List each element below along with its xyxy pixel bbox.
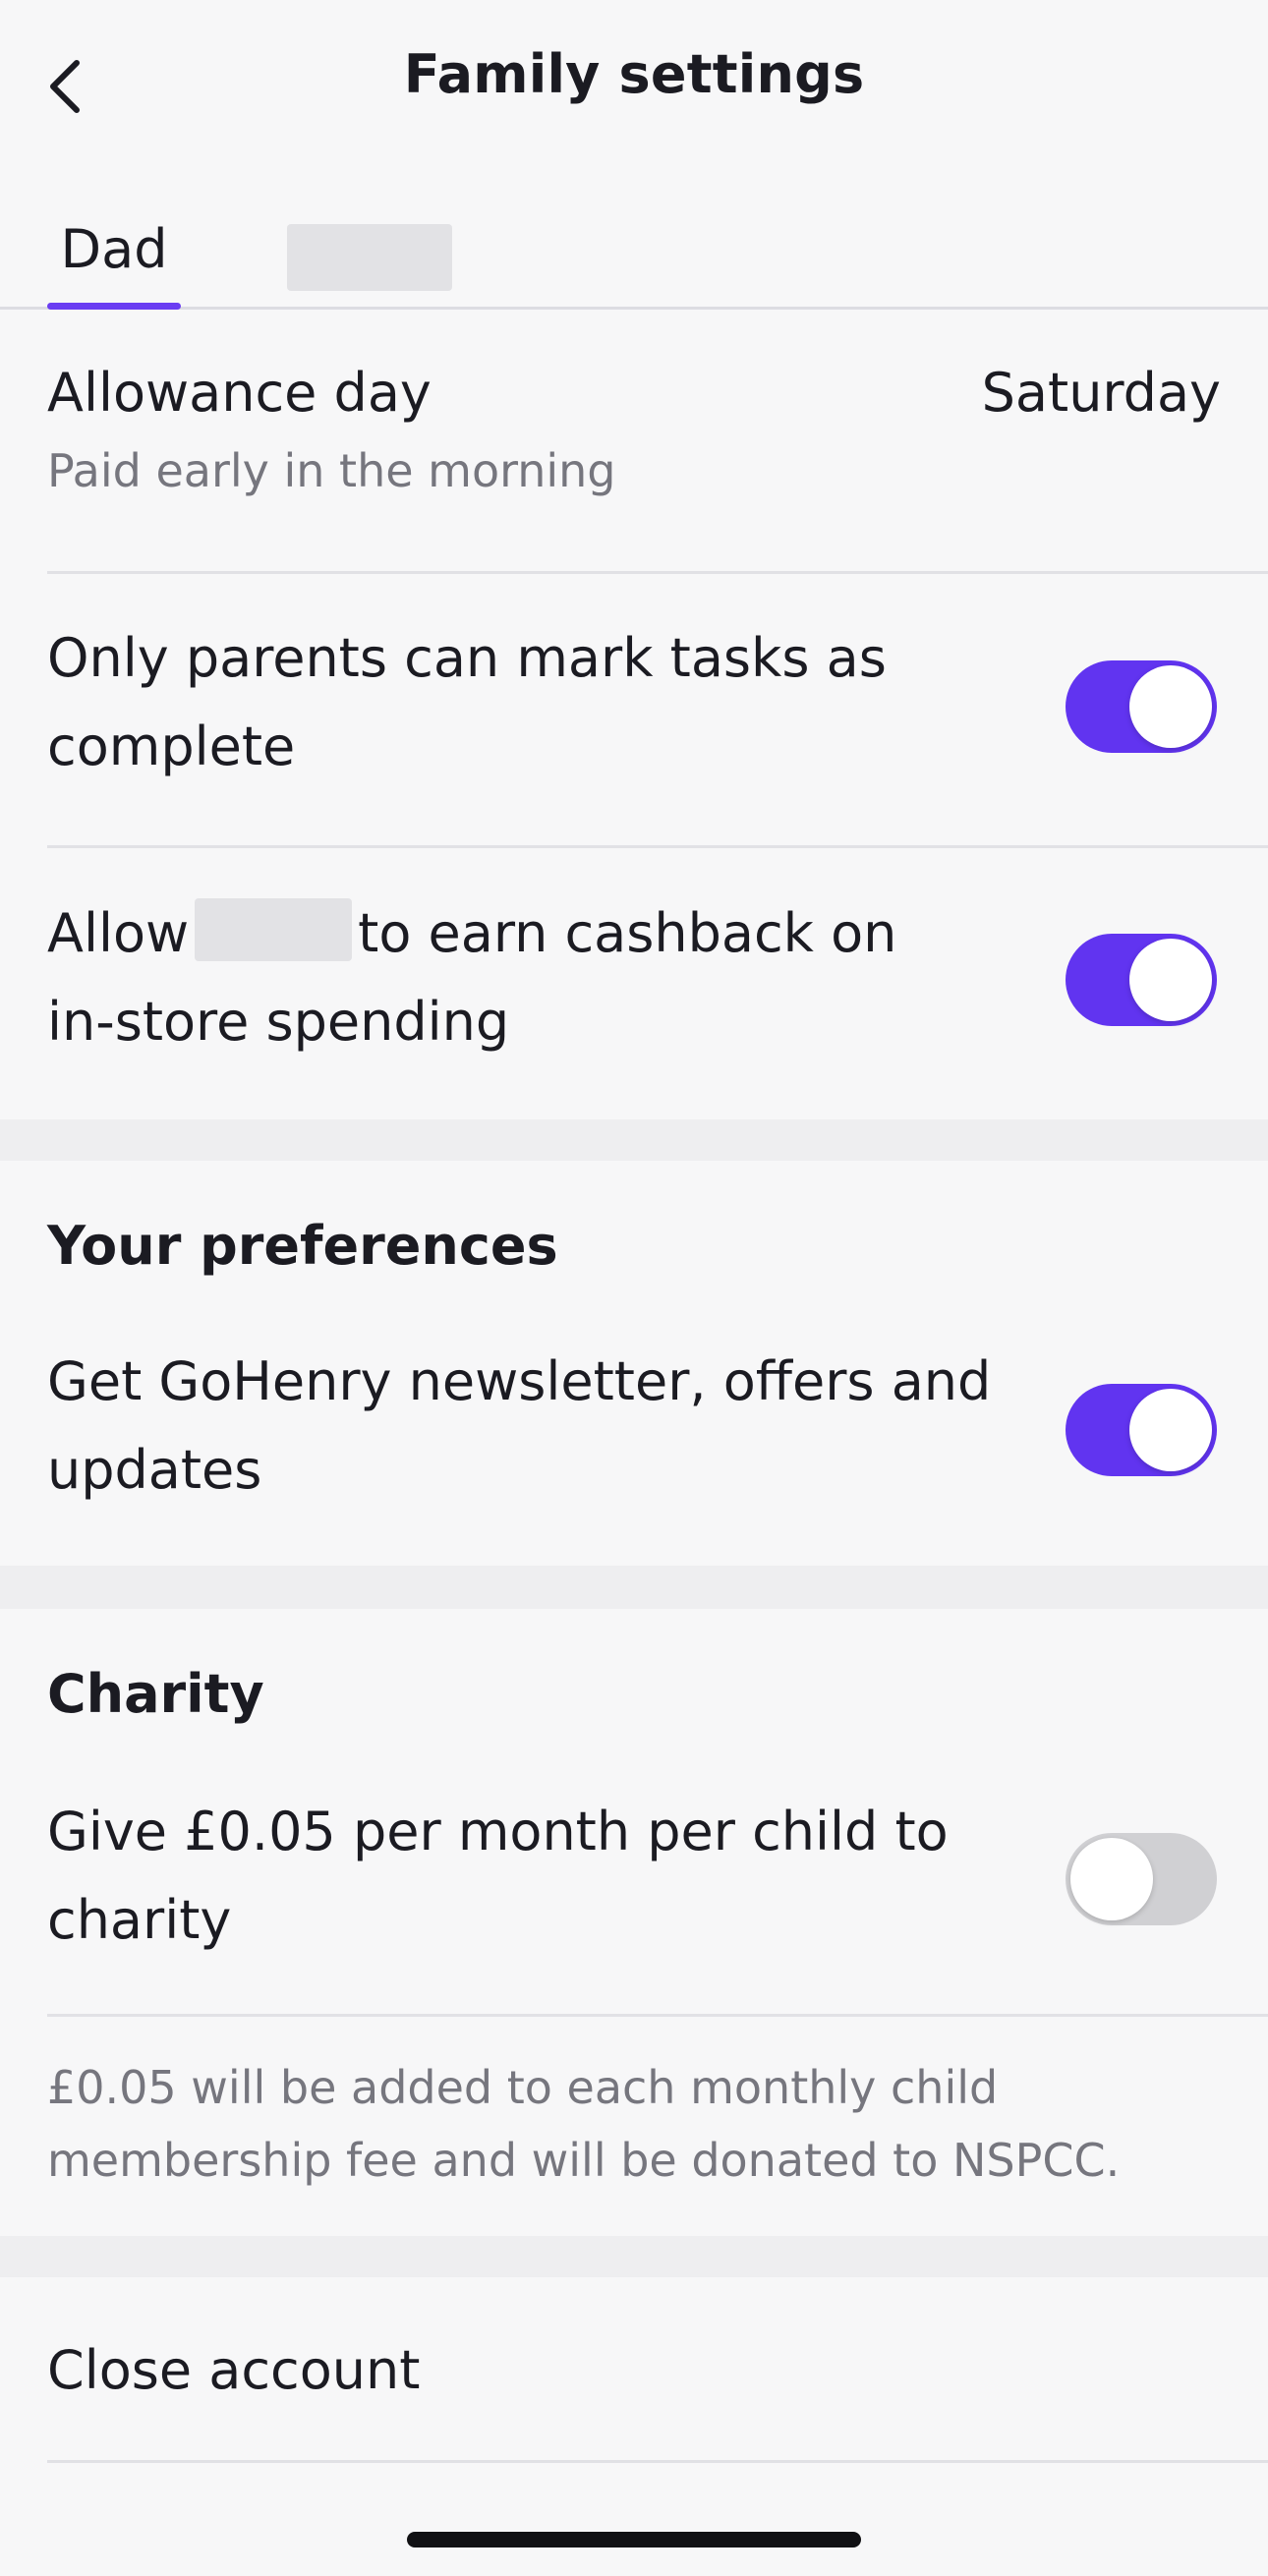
toggle-knob [1129, 939, 1212, 1021]
tab-dad[interactable]: Dad [47, 197, 181, 310]
charity-give-label: Give £0.05 per month per child to charit… [47, 1801, 949, 1951]
divider [47, 845, 1268, 848]
allowance-day-subtitle: Paid early in the morning [47, 444, 616, 497]
active-tab-indicator [47, 303, 181, 310]
charity-note: £0.05 will be added to each monthly chil… [47, 2061, 1121, 2187]
family-section: Allowance day Paid early in the morning … [0, 310, 1268, 1119]
preferences-heading: Your preferences [47, 1215, 558, 1277]
cashback-label-prefix: Allow [47, 902, 190, 964]
only-parents-toggle[interactable] [1066, 660, 1217, 753]
section-gap [0, 1119, 1268, 1161]
cashback-label: Allow to earn cashback on in-store spendi… [47, 889, 951, 1066]
divider [47, 2460, 1268, 2463]
toggle-knob [1129, 665, 1212, 748]
newsletter-toggle[interactable] [1066, 1384, 1217, 1476]
divider [47, 2014, 1268, 2017]
allowance-day-row[interactable]: Allowance day Paid early in the morning … [47, 349, 1268, 497]
allowance-day-value: Saturday [981, 362, 1221, 424]
charity-heading: Charity [47, 1663, 264, 1725]
member-tabs: Dad [0, 177, 1268, 310]
divider [47, 571, 1268, 574]
preferences-section: Your preferences Get GoHenry newsletter,… [0, 1161, 1268, 1566]
cashback-row: Allow to earn cashback on in-store spendi… [47, 889, 1268, 1076]
redacted-name [287, 224, 452, 291]
close-account-button[interactable]: Close account [47, 2326, 420, 2415]
redacted-child-name [195, 898, 353, 961]
header: Family settings [0, 0, 1268, 167]
only-parents-label: Only parents can mark tasks as complete [47, 627, 887, 777]
section-gap [0, 2236, 1268, 2277]
toggle-knob [1129, 1389, 1212, 1471]
newsletter-label: Get GoHenry newsletter, offers and updat… [47, 1350, 992, 1501]
page-title: Family settings [403, 43, 865, 105]
newsletter-row: Get GoHenry newsletter, offers and updat… [47, 1338, 1268, 1524]
charity-section: Charity Give £0.05 per month per child t… [0, 1609, 1268, 2236]
cashback-toggle[interactable] [1066, 934, 1217, 1026]
tab-dad-label: Dad [60, 218, 168, 280]
only-parents-row: Only parents can mark tasks as complete [47, 614, 1268, 801]
toggle-knob [1070, 1838, 1153, 1920]
allowance-day-title: Allowance day [47, 362, 432, 424]
tab-child[interactable] [287, 197, 452, 307]
charity-give-row: Give £0.05 per month per child to charit… [47, 1788, 1268, 1975]
home-indicator [407, 2532, 861, 2547]
section-gap [0, 1566, 1268, 1609]
charity-toggle[interactable] [1066, 1833, 1217, 1925]
